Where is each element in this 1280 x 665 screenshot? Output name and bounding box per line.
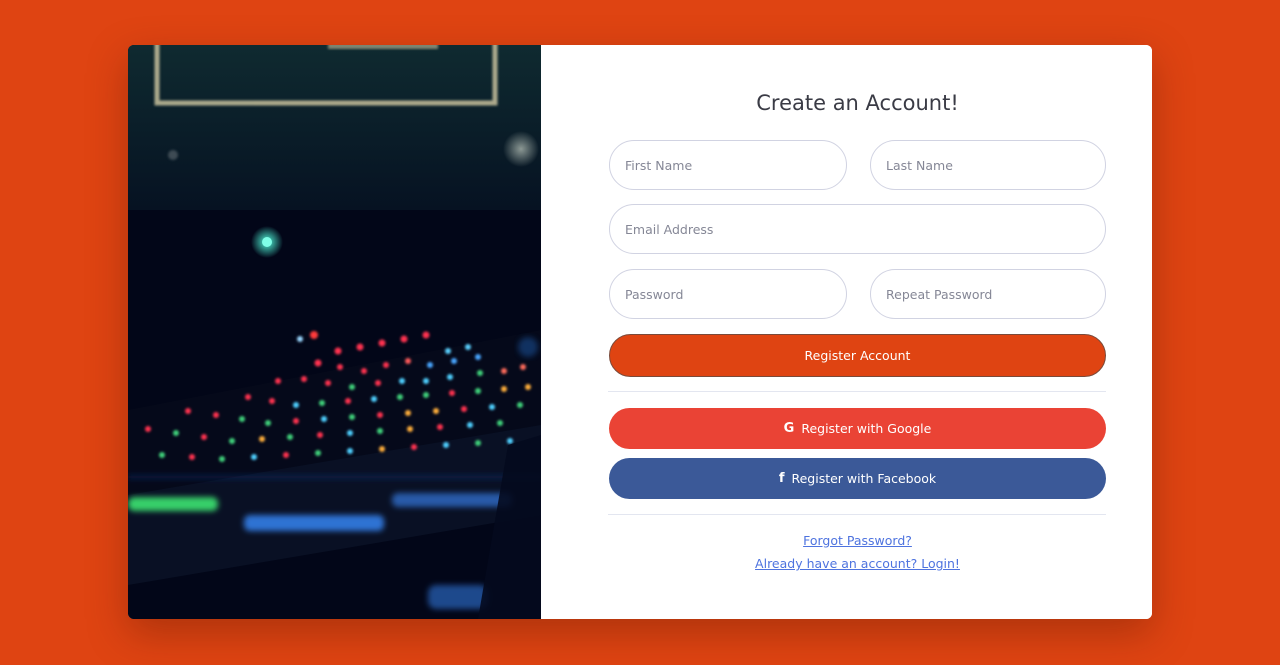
password-input[interactable] [609,269,847,319]
register-account-label: Register Account [804,348,911,363]
register-facebook-label: Register with Facebook [791,471,937,486]
email-input[interactable] [609,204,1106,254]
first-name-input[interactable] [609,140,847,190]
register-google-button[interactable]: G Register with Google [609,408,1106,449]
register-account-button[interactable]: Register Account [609,334,1106,377]
keyboard-illustration [128,45,541,619]
page-title: Create an Account! [756,91,959,115]
repeat-password-input[interactable] [870,269,1106,319]
forgot-password-link[interactable]: Forgot Password? [541,533,1152,548]
divider [608,391,1106,392]
google-icon: G [783,421,795,436]
register-card: Create an Account! Register Account G Re… [128,45,1152,619]
login-link[interactable]: Already have an account? Login! [541,556,1152,571]
register-google-label: Register with Google [801,421,932,436]
hero-image [128,45,541,619]
register-form-pane: Create an Account! Register Account G Re… [541,45,1152,619]
register-facebook-button[interactable]: f Register with Facebook [609,458,1106,499]
divider [608,514,1106,515]
last-name-input[interactable] [870,140,1106,190]
facebook-icon: f [778,471,785,486]
